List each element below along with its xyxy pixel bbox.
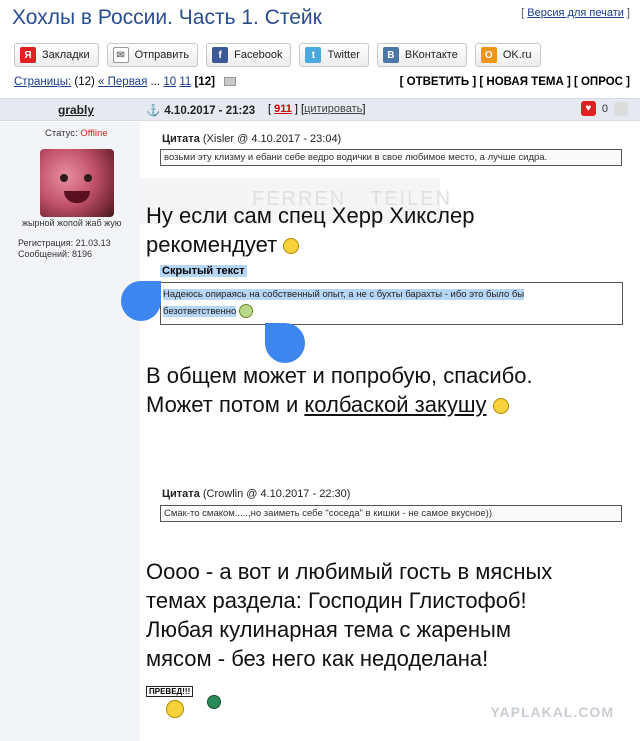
- page-10-link[interactable]: 10: [163, 76, 176, 88]
- hidden-text-line-1: Надеюсь опираясь на собственный опыт, а …: [163, 289, 525, 300]
- post-text-3-line: мясом - без него как недоделана!: [146, 646, 489, 671]
- ya-bookmarks-icon: Я: [20, 47, 36, 63]
- rating-value: 0: [601, 102, 608, 115]
- pages-ellipsis: ...: [150, 76, 161, 88]
- post-text-1: Ну если сам спец Херр Хикслер рекомендуе…: [146, 201, 474, 259]
- selection-handle-end[interactable]: [265, 323, 305, 363]
- post-text-1-line-1: Ну если сам спец Херр Хикслер: [146, 203, 475, 228]
- quote2-meta: (Crowlin @ 4.10.2017 - 22:30): [202, 488, 351, 500]
- quote2-title: Цитата (Crowlin @ 4.10.2017 - 22:30): [162, 488, 350, 500]
- ok-icon: О: [480, 47, 497, 63]
- print-version-link[interactable]: [ Версия для печати ]: [521, 7, 630, 19]
- author-name[interactable]: grably: [58, 103, 94, 117]
- post-text-3-line: темах раздела: Господин Глистофоб!: [146, 588, 527, 613]
- site-watermark: YAPLAKAL.COM: [490, 704, 614, 720]
- share-label: Facebook: [234, 49, 283, 61]
- post-number-block: [ 911 ] [цитировать]: [268, 103, 366, 115]
- message-count: Сообщений: 8196: [18, 249, 93, 259]
- avatar[interactable]: [40, 149, 114, 217]
- sad-smiley-icon: [238, 304, 253, 319]
- print-version-label[interactable]: Версия для печати: [527, 7, 624, 19]
- quote1-meta: (Xisler @ 4.10.2017 - 23:04): [202, 133, 342, 145]
- share-button-twitter[interactable]: t Twitter: [299, 43, 369, 67]
- twitter-icon: t: [305, 47, 322, 63]
- quote1-label: Цитата: [162, 133, 200, 145]
- quote-link[interactable]: цитировать: [304, 103, 362, 115]
- avatar-eye: [84, 174, 92, 182]
- anchor-icon[interactable]: ⚓: [146, 105, 160, 117]
- avatar-caption: жырной жопой жаб жую: [22, 218, 122, 228]
- post-text-2-line-2: Может потом и: [146, 392, 299, 417]
- post-header: grably ⚓ 4.10.2017 - 21:23 [ 911 ] [цитир…: [0, 98, 640, 121]
- registration-date: Регистрация: 21.03.13: [18, 238, 111, 248]
- status-value: Offline: [80, 128, 108, 139]
- share-label: Отправить: [134, 49, 190, 61]
- pagination-row: Страницы: (12) « Первая ... 10 11 [12] […: [14, 76, 632, 92]
- topic-actions[interactable]: [ ОТВЕТИТЬ ] [ НОВАЯ ТЕМА ] [ ОПРОС ]: [400, 76, 630, 88]
- author-sidebar: Статус: Offline жырной жопой жаб жую Рег…: [0, 122, 140, 741]
- minus-icon[interactable]: [614, 101, 628, 116]
- post-text-2-line-1: В общем может и попробую, спасибо.: [146, 363, 533, 388]
- post-text-3-line: Любая кулинарная тема с жареным: [146, 617, 511, 642]
- share-button-bookmarks[interactable]: Я Закладки: [14, 43, 99, 67]
- status-line: Статус: Offline: [45, 128, 108, 139]
- heart-icon[interactable]: ♥: [580, 101, 596, 116]
- selection-handle-start[interactable]: [121, 281, 161, 321]
- share-label: ВКонтакте: [404, 49, 458, 61]
- sausage-link[interactable]: колбаской закушу: [304, 392, 486, 417]
- rating: ♥ 0: [580, 101, 628, 116]
- avatar-eye: [60, 174, 68, 182]
- page-title: Хохлы в России. Часть 1. Стейк: [12, 6, 322, 29]
- quote2-box: Смак-то смаком.....,но заиметь себе "сос…: [160, 505, 622, 522]
- post-number[interactable]: 911: [274, 103, 292, 115]
- title-row: Хохлы в России. Часть 1. Стейк [ Версия …: [0, 0, 640, 36]
- pagination: Страницы: (12) « Первая ... 10 11 [12]: [14, 76, 237, 88]
- parrot-smiley-icon: [207, 695, 221, 709]
- share-label: Закладки: [42, 49, 90, 61]
- page-first-link[interactable]: « Первая: [98, 76, 147, 88]
- post-text-1-line-2: рекомендует: [146, 232, 278, 257]
- preved-sign: ПРЕВЕД!!!: [146, 686, 194, 697]
- hidden-text-label[interactable]: Скрытый текст: [160, 265, 247, 277]
- post-text-3-line: Оооо - а вот и любимый гость в мясных: [146, 559, 553, 584]
- post-datetime-text: 4.10.2017 - 21:23: [164, 105, 256, 117]
- gentleman-smiley-icon: [492, 398, 509, 415]
- share-bar: Я Закладки ✉ Отправить f Facebook t Twitter …: [14, 43, 541, 69]
- share-button-ok[interactable]: О OK.ru: [474, 43, 541, 67]
- page-current: [12]: [194, 76, 215, 88]
- post-text-2-line-2-wrap: Может потом и колбаской закушу: [146, 390, 533, 419]
- share-label: OK.ru: [502, 49, 532, 61]
- share-label: Twitter: [327, 49, 360, 61]
- quote2-label: Цитата: [162, 488, 200, 500]
- hidden-text-box: Надеюсь опираясь на собственный опыт, а …: [160, 282, 623, 325]
- preved-smiley-icon: [166, 700, 184, 718]
- cool-smiley-icon: [283, 238, 300, 255]
- envelope-icon[interactable]: [224, 77, 237, 87]
- post-text-2: В общем может и попробую, спасибо. Может…: [146, 361, 533, 419]
- mail-icon: ✉: [112, 47, 129, 63]
- avatar-mouth: [64, 191, 90, 203]
- share-button-send[interactable]: ✉ Отправить: [106, 43, 199, 67]
- quote1-title: Цитата (Xisler @ 4.10.2017 - 23:04): [162, 133, 341, 145]
- pages-label[interactable]: Страницы:: [14, 76, 71, 88]
- post-text-3: Оооо - а вот и любимый гость в мясных те…: [146, 557, 552, 673]
- post-text-1-line-2-wrap: рекомендует: [146, 230, 474, 259]
- post-datetime: ⚓ 4.10.2017 - 21:23: [146, 103, 255, 117]
- vk-icon: В: [382, 47, 399, 63]
- page-11-link[interactable]: 11: [179, 76, 191, 88]
- share-button-vk[interactable]: В ВКонтакте: [376, 43, 467, 67]
- registration-info: Регистрация: 21.03.13 Сообщений: 8196: [18, 238, 111, 260]
- pages-count: (12): [74, 76, 95, 88]
- share-button-facebook[interactable]: f Facebook: [206, 43, 292, 67]
- hidden-text-line-2: безответственно: [163, 306, 237, 317]
- status-label: Статус:: [45, 128, 78, 139]
- quote1-box: возьми эту клизму и ебани себе ведро вод…: [160, 149, 622, 166]
- facebook-icon: f: [212, 47, 229, 63]
